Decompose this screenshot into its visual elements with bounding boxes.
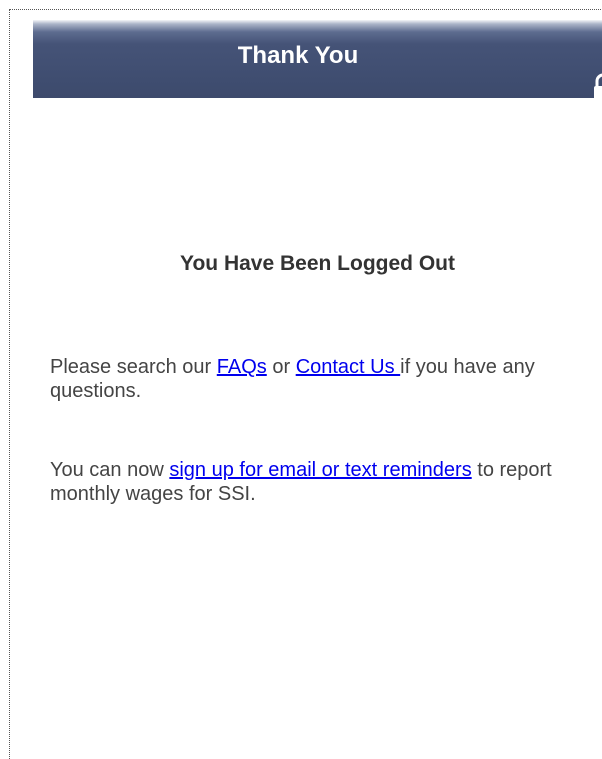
- help-text-middle: or: [266, 356, 296, 378]
- reminder-paragraph: You can now sign up for email or text re…: [50, 458, 570, 506]
- unlocked-padlock-icon[interactable]: [593, 73, 602, 103]
- help-text-prefix: Please search our: [50, 356, 217, 378]
- page-title: Thank You: [237, 42, 359, 69]
- logged-out-heading: You Have Been Logged Out: [180, 252, 455, 275]
- help-paragraph: Please search our FAQs or Contact Us if …: [50, 355, 570, 403]
- faqs-link[interactable]: FAQs: [217, 356, 267, 378]
- reminder-text-prefix: You can now: [50, 459, 170, 481]
- header-bar: Thank You: [33, 20, 602, 101]
- contact-us-link[interactable]: Contact Us: [296, 356, 400, 378]
- sign-up-reminders-link[interactable]: sign up for email or text reminders: [169, 459, 471, 481]
